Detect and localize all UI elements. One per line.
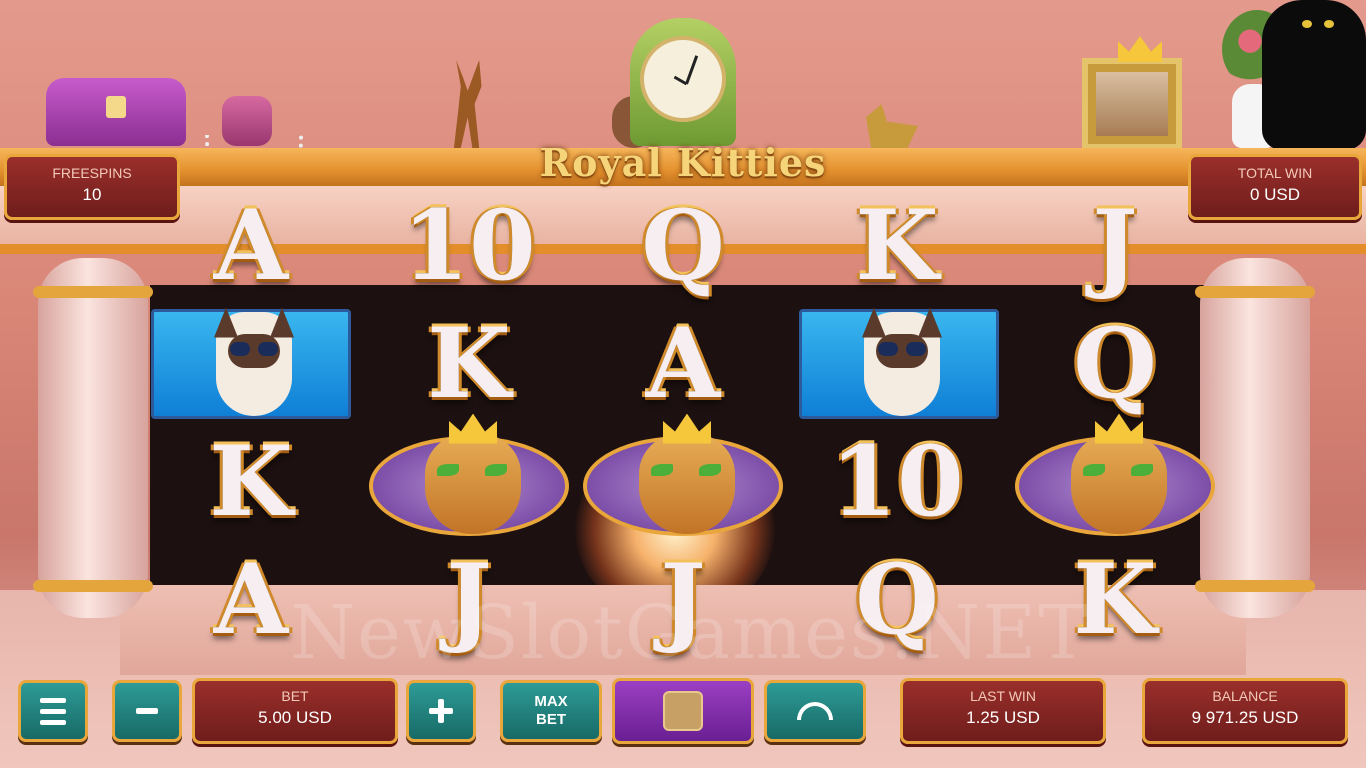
royal-cat-symbol <box>369 413 569 536</box>
bet-label: BET <box>281 688 309 704</box>
reel-2-symbol-3 <box>364 413 574 543</box>
reel-5-symbol-3 <box>1010 413 1220 543</box>
lock-icon <box>106 96 126 118</box>
stop-square-icon <box>663 691 703 731</box>
increase-bet-button[interactable] <box>406 680 476 742</box>
max-bet-label-line1: MAX <box>534 693 568 710</box>
autoplay-button[interactable] <box>764 680 866 742</box>
mantel-clock-decoration <box>630 18 736 146</box>
last-win-label: LAST WIN <box>970 688 1036 704</box>
reel-1-symbol-1: A <box>213 189 289 302</box>
black-cat-decoration <box>1262 0 1366 150</box>
plus-icon <box>429 699 453 723</box>
max-bet-button[interactable]: MAX BET <box>500 680 602 742</box>
reel-5-symbol-4: K <box>1073 543 1157 656</box>
royal-cat-symbol <box>583 413 783 536</box>
menu-button[interactable] <box>18 680 88 742</box>
autoplay-arrow-icon <box>797 702 833 720</box>
reel-5-symbol-2: Q <box>1073 307 1157 420</box>
reel-5-symbol-1: J <box>1092 189 1138 302</box>
jewel-box-decoration <box>46 78 186 146</box>
reel-2-symbol-4: J <box>446 543 492 656</box>
clock-face-icon <box>640 36 726 122</box>
game-logo: Royal Kitties <box>539 140 827 185</box>
hamburger-icon <box>40 697 66 703</box>
balance-panel: BALANCE 9 971.25 USD <box>1142 678 1348 744</box>
reel-1-symbol-3: K <box>209 425 293 538</box>
spin-stop-button[interactable] <box>612 678 754 744</box>
reel-2-symbol-1: 10 <box>402 189 536 302</box>
siamese-cat-symbol <box>151 307 351 419</box>
reel-1-symbol-2 <box>146 306 356 421</box>
royal-cat-symbol <box>1015 413 1215 536</box>
bet-panel: BET 5.00 USD <box>192 678 398 744</box>
reel-3-symbol-4: J <box>660 543 706 656</box>
balance-value: 9 971.25 USD <box>1191 708 1299 727</box>
reel-3-symbol-2: A <box>645 307 721 420</box>
balance-label: BALANCE <box>1212 688 1278 704</box>
last-win-panel: LAST WIN 1.25 USD <box>900 678 1106 744</box>
total-win-label: TOTAL WIN <box>1237 165 1313 181</box>
reel-4-symbol-1: K <box>855 189 939 302</box>
max-bet-label-line2: BET <box>536 711 566 728</box>
reel-4-symbol-4: Q <box>855 543 939 656</box>
reel-3-symbol-3 <box>578 413 788 543</box>
cat-portrait-frame <box>1082 58 1182 150</box>
last-win-value: 1.25 USD <box>966 708 1040 727</box>
reel-3-symbol-1: Q <box>641 189 725 302</box>
reel-4-symbol-3: 10 <box>830 425 964 538</box>
reel-4-symbol-2 <box>794 306 1004 421</box>
siamese-cat-symbol <box>799 307 999 419</box>
reel-2-symbol-2: K <box>427 307 511 420</box>
left-column <box>33 258 153 618</box>
reel-1-symbol-4: A <box>213 543 289 656</box>
decrease-bet-button[interactable] <box>112 680 182 742</box>
bet-value: 5.00 USD <box>258 708 332 727</box>
freespins-label: FREESPINS <box>52 165 132 181</box>
minus-icon <box>136 708 158 714</box>
